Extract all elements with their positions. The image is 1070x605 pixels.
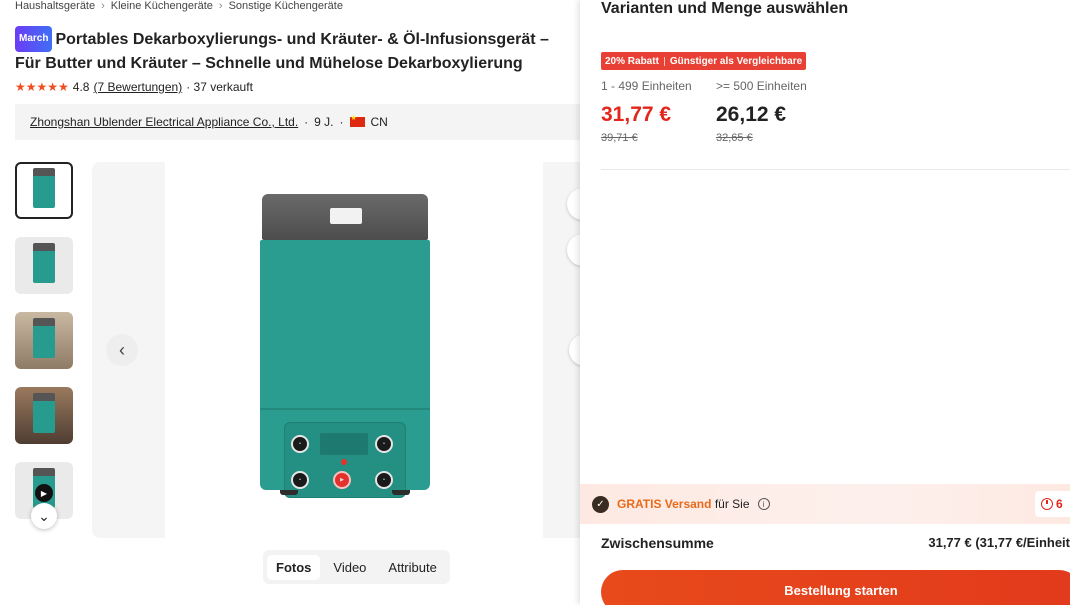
drawer-title: Varianten und Menge auswählen [601, 0, 849, 17]
product-title-text: Portables Dekarboxylierungs- und Kräuter… [15, 31, 549, 72]
play-icon: ▶ [35, 484, 53, 502]
tab-attributes[interactable]: Attribute [379, 555, 445, 580]
product-image: • • • ▶ • [260, 194, 430, 498]
check-icon: ✓ [592, 495, 609, 513]
tier-range: 1 - 499 Einheiten [601, 79, 692, 93]
chevron-right-icon[interactable] [569, 334, 580, 366]
thumbnail[interactable] [15, 237, 73, 294]
reviews-link[interactable]: (7 Bewertungen) [93, 80, 182, 94]
subtotal-row: Zwischensumme 31,77 € (31,77 €/Einheit [601, 535, 1070, 551]
thumbnail[interactable] [15, 387, 73, 444]
divider [601, 169, 1070, 170]
price-tiers: 1 - 499 Einheiten 31,77 € 39,71 € >= 500… [601, 79, 809, 144]
supplier-name-link[interactable]: Zhongshan Ublender Electrical Appliance … [30, 115, 298, 129]
product-title: March Portables Dekarboxylierungs- und Kr… [15, 26, 575, 76]
product-thumbnail-image [33, 392, 55, 433]
star-rating-icon: ★★★★★ [15, 80, 69, 94]
discount-badge: 20% Rabatt Günstiger als Vergleichbare [601, 52, 807, 70]
tier-range: >= 500 Einheiten [716, 79, 807, 93]
action-button[interactable] [567, 234, 580, 266]
product-thumbnail-image [33, 317, 55, 358]
timer-icon [1041, 498, 1053, 510]
subtotal-value: 31,77 € (31,77 €/Einheit [928, 535, 1070, 550]
product-thumbnail-image [33, 167, 55, 208]
discount-note: Günstiger als Vergleichbare [669, 55, 803, 67]
sold-count: · 37 verkauft [186, 80, 253, 94]
product-page: Haushaltsgeräte › Kleine Küchengeräte › … [0, 0, 580, 605]
timer-value: 6 [1056, 497, 1063, 511]
separator: · [304, 115, 309, 129]
subtotal-label: Zwischensumme [601, 535, 714, 551]
chevron-left-icon[interactable]: ‹ [106, 334, 138, 366]
product-thumbnail-image [33, 242, 55, 283]
discount-label: 20% Rabatt [605, 55, 659, 67]
shipping-text: GRATIS Versand für Sie [617, 497, 750, 511]
supplier-country: CN [370, 115, 388, 129]
rating-value: 4.8 [72, 80, 90, 94]
thumbnail[interactable] [15, 312, 73, 369]
breadcrumb: Haushaltsgeräte › Kleine Küchengeräte › … [15, 0, 343, 12]
march-badge: March [15, 26, 53, 52]
supplier-bar: Zhongshan Ublender Electrical Appliance … [15, 104, 580, 140]
free-shipping-label: GRATIS Versand [617, 497, 712, 511]
start-order-button[interactable]: Bestellung starten [601, 570, 1070, 605]
china-flag-icon [349, 114, 365, 127]
chevron-down-icon[interactable]: ⌄ [31, 503, 57, 529]
tab-photos[interactable]: Fotos [267, 554, 321, 580]
divider [663, 56, 665, 66]
thumbnail[interactable] [15, 162, 73, 219]
shipping-banner: ✓ GRATIS Versand für Sie i 6 [580, 484, 1070, 524]
tier-old-price: 32,65 € [716, 132, 753, 144]
shipping-for-you: für Sie [714, 497, 750, 511]
supplier-years: 9 J. [314, 115, 334, 129]
breadcrumb-item[interactable]: Sonstige Küchengeräte [229, 0, 343, 12]
media-tabs: Fotos Video Attribute [263, 550, 450, 584]
chevron-right-icon: › [218, 0, 223, 12]
info-icon[interactable]: i [757, 498, 770, 510]
breadcrumb-item[interactable]: Haushaltsgeräte [15, 0, 95, 12]
tier-price: 26,12 € [716, 103, 787, 126]
separator: · [339, 115, 344, 129]
price-tier: 1 - 499 Einheiten 31,77 € 39,71 € [601, 79, 694, 144]
variant-drawer: Varianten und Menge auswählen 20% Rabatt… [580, 0, 1070, 605]
thumbnail-list: ▶ [15, 162, 73, 537]
tier-old-price: 39,71 € [601, 132, 638, 144]
tab-video[interactable]: Video [324, 555, 375, 580]
action-button[interactable] [567, 188, 580, 220]
tier-price: 31,77 € [601, 103, 672, 126]
price-tier: >= 500 Einheiten 26,12 € 32,65 € [716, 79, 809, 144]
rating-row: ★★★★★ 4.8 (7 Bewertungen) · 37 verkauft [15, 80, 253, 94]
breadcrumb-item[interactable]: Kleine Küchengeräte [111, 0, 213, 12]
timer-badge: 6 [1035, 491, 1070, 517]
main-product-image: ‹ • • • ▶ • [92, 162, 580, 538]
next-image-preview [543, 162, 580, 538]
chevron-right-icon: › [101, 0, 105, 12]
